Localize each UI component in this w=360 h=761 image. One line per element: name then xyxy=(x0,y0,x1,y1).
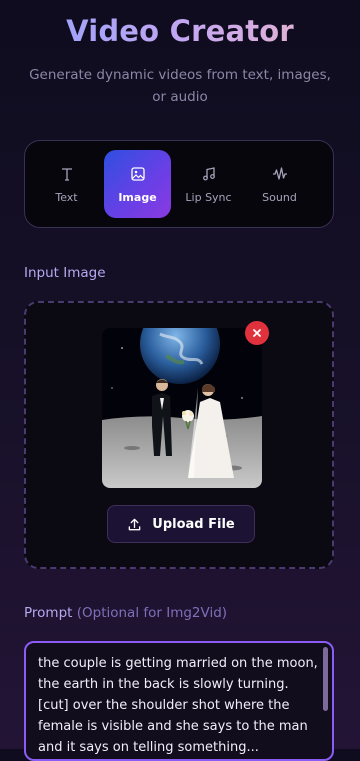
prompt-label-text: Prompt xyxy=(24,605,73,621)
waveform-icon xyxy=(271,165,289,183)
upload-icon xyxy=(128,518,141,530)
upload-file-button[interactable]: Upload File xyxy=(107,505,255,543)
image-dropzone[interactable]: Upload File xyxy=(24,301,334,569)
input-image-label: Input Image xyxy=(24,265,106,281)
tab-image-label: Image xyxy=(118,190,157,204)
mode-tabs: Text Image Lip Sync Sound xyxy=(24,140,334,228)
uploaded-image-preview xyxy=(102,328,262,488)
tab-lip-sync-label: Lip Sync xyxy=(185,190,232,204)
music-note-icon xyxy=(201,165,217,183)
close-icon xyxy=(253,329,261,337)
prompt-text: the couple is getting married on the moo… xyxy=(38,656,318,755)
tab-lip-sync[interactable]: Lip Sync xyxy=(175,150,242,218)
text-icon xyxy=(59,165,75,183)
page-title: Video Creator xyxy=(0,14,360,48)
upload-file-label: Upload File xyxy=(152,516,235,532)
prompt-textarea[interactable]: the couple is getting married on the moo… xyxy=(24,641,334,761)
image-icon xyxy=(130,165,146,183)
page-subtitle: Generate dynamic videos from text, image… xyxy=(29,67,331,105)
tab-text-label: Text xyxy=(55,190,78,204)
tab-sound[interactable]: Sound xyxy=(246,150,313,218)
tab-sound-label: Sound xyxy=(262,190,297,204)
prompt-label: Prompt (Optional for Img2Vid) xyxy=(24,605,227,621)
remove-image-button[interactable] xyxy=(245,321,269,345)
tab-text[interactable]: Text xyxy=(33,150,100,218)
tab-image[interactable]: Image xyxy=(104,150,171,218)
prompt-hint: (Optional for Img2Vid) xyxy=(76,605,228,621)
prompt-scrollbar[interactable] xyxy=(323,647,328,711)
